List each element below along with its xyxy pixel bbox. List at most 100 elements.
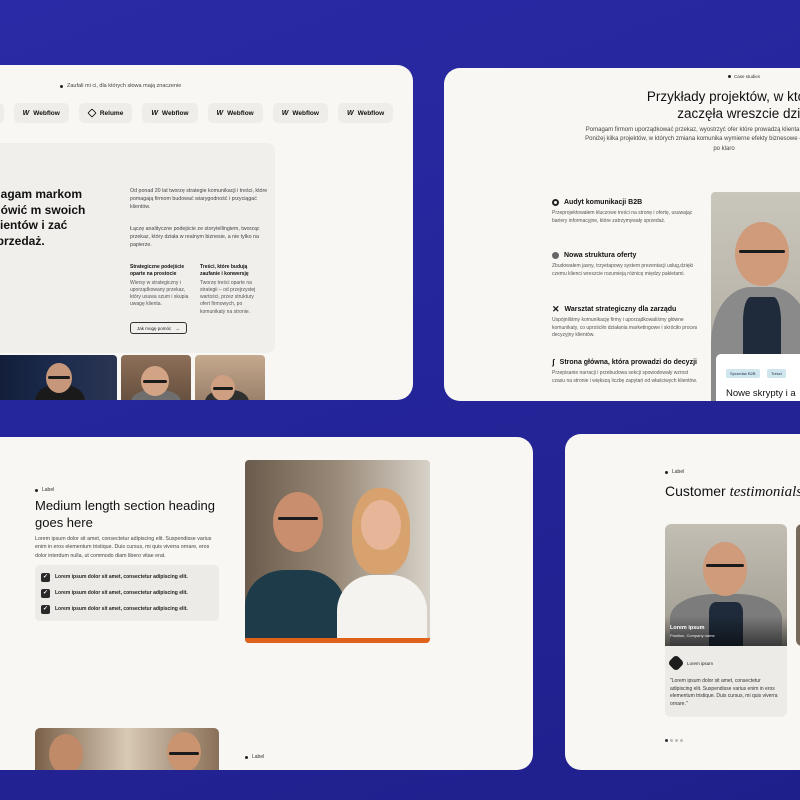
- logo-pill: Relume: [78, 103, 133, 123]
- homepage-icon: ʃ: [552, 358, 555, 367]
- about-paragraph: Od ponad 20 lat tworzę strategie komunik…: [130, 188, 268, 211]
- company-name: Lorem ipsum: [687, 660, 714, 666]
- testimonial-quote: "Lorem ipsum dolor sit amet, consectetur…: [670, 678, 778, 707]
- feature-content: Treści, które budują zaufanie i konwersj…: [200, 264, 265, 316]
- carousel-dot[interactable]: [670, 739, 673, 742]
- logo-pill: W Webflow: [13, 103, 69, 123]
- company-logo-icon: [667, 654, 685, 672]
- about-section-card: Zaufali mi ci, dla których słowa mają zn…: [0, 65, 413, 400]
- title-italic: testimonials: [729, 484, 800, 500]
- cross-icon: ✕: [552, 304, 560, 314]
- service-item[interactable]: ✕ Warsztat strategiczny dla zarządu Uspój…: [552, 304, 702, 340]
- logo-row: W WWebflow Relume WWebflow WWebflow WWeb…: [0, 103, 394, 123]
- logo-pill: W: [0, 103, 4, 123]
- testimonials-card: Label Customer testimonials Lorem ipsum …: [565, 434, 800, 770]
- logo-pill: W Webflow: [272, 103, 328, 123]
- webflow-icon: W: [22, 109, 30, 117]
- company-row: Lorem ipsum: [667, 654, 714, 672]
- logo-pill: W Webflow: [337, 103, 394, 123]
- check-icon: ✓: [41, 588, 50, 598]
- meeting-photo: [35, 728, 219, 770]
- list-item: ✓ Lorem ipsum dolor sit amet, consectetur…: [41, 601, 213, 617]
- team-photo: [245, 460, 430, 643]
- logo-label: Webflow: [292, 109, 319, 117]
- case-studies-intro: Pomagam firmom uporządkować przekaz, wyo…: [585, 127, 800, 152]
- webflow-icon: W: [281, 109, 289, 117]
- logo-label: Relume: [99, 109, 124, 117]
- section-label: Label: [245, 754, 264, 760]
- feature-text: Wiersy w strategiczny i uporządkowany pr…: [130, 279, 189, 308]
- check-icon: ✓: [41, 572, 50, 582]
- tag: Sprzedaż B2B: [726, 369, 760, 378]
- speaker-photo: [0, 355, 117, 400]
- service-title: Strona główna, która prowadzi do decyzji: [559, 359, 697, 366]
- logo-pill: W Webflow: [207, 103, 263, 123]
- service-title: Audyt komunikacji B2B: [564, 199, 643, 206]
- structure-icon: [552, 252, 559, 259]
- carousel-dot[interactable]: [680, 739, 683, 742]
- testimonial-card[interactable]: Lorem ipsum Position, Company name Lorem…: [665, 524, 787, 717]
- bullet-icon: [35, 488, 38, 492]
- service-item[interactable]: Nowa struktura oferty Zbudowałem jasny, …: [552, 252, 702, 278]
- case-studies-title: Przykłady projektów, w których k zaczęła…: [646, 89, 800, 121]
- bullet-icon: [60, 84, 63, 88]
- speaker-photo-3: [195, 355, 265, 400]
- service-desc: Przepisanie narracji i przebudowa sekcji…: [552, 370, 698, 384]
- button-label: Jak mogę pomóc: [137, 325, 172, 331]
- webflow-icon: W: [346, 109, 354, 117]
- section-heading: Medium length section heading goes here: [35, 498, 215, 530]
- webflow-icon: W: [216, 109, 224, 117]
- testimonial-name: Lorem ipsum: [670, 625, 705, 631]
- speaker-photo-2: [121, 355, 191, 400]
- case-study-card-title: Nowe skrypty i a: [726, 388, 796, 399]
- logo-label: Webflow: [227, 109, 254, 117]
- service-desc: Zbudowałem jasny, trzyetapowy system pre…: [552, 263, 694, 277]
- section-label: Label: [665, 469, 684, 475]
- service-desc: Uspójniliśmy komunikację firmy i uporząd…: [552, 317, 698, 338]
- section-label: Label: [35, 487, 54, 493]
- section-label-text: Label: [672, 469, 685, 475]
- list-item-text: Lorem ipsum dolor sit amet, consectetur …: [55, 574, 188, 580]
- feature-section-card: Label Medium length section heading goes…: [0, 437, 533, 770]
- case-study-card[interactable]: Sprzedaż B2B Treści Nowe skrypty i a: [716, 354, 800, 401]
- carousel-dots[interactable]: [665, 739, 683, 742]
- feature-text: Tworzę treści oparte na strategii – od p…: [200, 279, 256, 315]
- service-item[interactable]: ʃ Strona główna, która prowadzi do decyzj…: [552, 359, 702, 385]
- checklist: ✓ Lorem ipsum dolor sit amet, consectetur…: [35, 565, 219, 621]
- list-item-text: Lorem ipsum dolor sit amet, consectetur …: [55, 606, 188, 612]
- feature-strategy: Strategiczne podejście oparte na prostoc…: [130, 264, 195, 309]
- section-label-text: Label: [252, 754, 265, 760]
- list-item: ✓ Lorem ipsum dolor sit amet, consectetur…: [41, 569, 213, 585]
- service-desc: Przeprojektowałem kluczowe treści na str…: [552, 210, 693, 224]
- feature-title: Strategiczne podejście oparte na prostoc…: [130, 264, 185, 278]
- section-paragraph: Lorem ipsum dolor sit amet, consectetur …: [35, 536, 212, 559]
- check-icon: ✓: [41, 604, 50, 614]
- how-can-i-help-button[interactable]: Jak mogę pomóc →: [130, 322, 187, 334]
- carousel-dot[interactable]: [665, 739, 668, 742]
- accent-bar: [245, 638, 430, 643]
- logo-label: Webflow: [161, 109, 189, 117]
- section-label: Case studies: [728, 74, 760, 79]
- trust-text: Zaufali mi ci, dla których słowa mają zn…: [67, 83, 182, 89]
- title-plain: Customer: [665, 483, 726, 499]
- service-item[interactable]: Audyt komunikacji B2B Przeprojektowałem …: [552, 199, 702, 225]
- about-paragraph-2: Łączę analityczne podejście ze storytell…: [130, 226, 260, 249]
- service-title: Nowa struktura oferty: [564, 252, 637, 259]
- tag: Treści: [767, 369, 786, 378]
- testimonial-role: Position, Company name: [670, 633, 715, 638]
- next-testimonial-card[interactable]: [796, 524, 800, 646]
- audit-icon: [552, 199, 559, 206]
- bullet-icon: [665, 470, 668, 474]
- webflow-icon: W: [151, 109, 158, 117]
- about-heading: magam markom mówić m swoich klientów i z…: [0, 187, 86, 248]
- list-item-text: Lorem ipsum dolor sit amet, consectetur …: [55, 590, 188, 596]
- bullet-icon: [728, 75, 731, 78]
- logo-pill: W Webflow: [142, 103, 198, 123]
- carousel-dot[interactable]: [675, 739, 678, 742]
- trust-line: Zaufali mi ci, dla których słowa mają zn…: [60, 83, 181, 89]
- bullet-icon: [245, 755, 248, 759]
- list-item: ✓ Lorem ipsum dolor sit amet, consectetur…: [41, 585, 213, 601]
- service-title: Warsztat strategiczny dla zarządu: [564, 306, 677, 313]
- logo-label: Webflow: [357, 109, 385, 117]
- relume-icon: [87, 108, 97, 118]
